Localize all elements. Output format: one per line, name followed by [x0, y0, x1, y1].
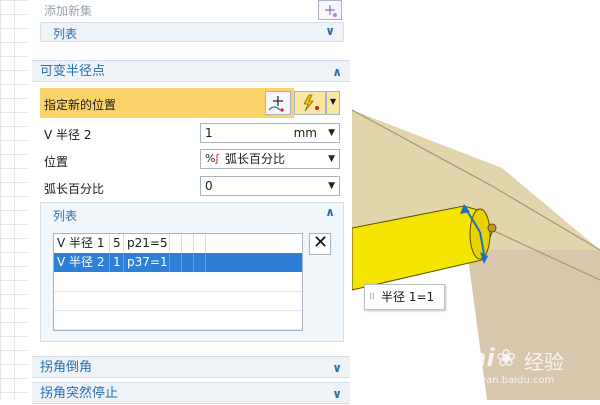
inferred-point-button[interactable]	[294, 91, 326, 115]
point-list-title: 列表	[53, 209, 78, 223]
corner-stop-section-header[interactable]: 拐角突然停止 ∨	[32, 382, 350, 404]
position-label: 位置	[44, 155, 69, 169]
chevron-down-icon: ∨	[332, 361, 342, 375]
row-name: V 半径 2	[54, 253, 110, 272]
watermark-cn: 经验	[524, 350, 564, 374]
graphics-viewport[interactable]: ⁞⁞ 半径 1=1 Bai ❀ 经验 jingyan.baidu.com	[352, 0, 600, 400]
table-row[interactable]: V 半径 1 5 p21=5	[54, 234, 302, 253]
left-grid-strip	[0, 0, 29, 400]
point-type-dropdown[interactable]: ▼	[326, 91, 340, 115]
add-set-icon	[325, 5, 337, 17]
chevron-up-icon: ∧	[325, 205, 335, 219]
empty-row	[54, 310, 302, 330]
position-value: 弧长百分比	[225, 152, 286, 166]
variable-radius-panel: 添加新集 列表 ∨ 可变半径点 ∧ 指定新的位置 ▼ V 半径 2 1 mm ▼…	[28, 0, 353, 404]
watermark-brand: Bai	[452, 344, 495, 372]
specify-new-location-row[interactable]: 指定新的位置	[40, 88, 294, 118]
watermark-url: jingyan.baidu.com	[462, 375, 555, 386]
point-dialog-button[interactable]	[265, 91, 291, 115]
row-name: V 半径 1	[54, 234, 110, 253]
set-list-label: 列表	[53, 27, 78, 41]
arc-length-percent-input[interactable]: 0 ▼	[200, 176, 340, 196]
v-radius-label: V 半径 2	[44, 128, 92, 142]
dropdown-arrow-icon: ▼	[328, 154, 335, 164]
dropdown-arrow-icon: ▼	[328, 128, 335, 138]
drag-handle-icon[interactable]: ⁞⁞	[369, 285, 375, 309]
add-new-set-button[interactable]	[318, 0, 342, 20]
chevron-down-icon: ∨	[325, 24, 335, 38]
percent-icon: %ʃ	[205, 152, 220, 165]
v-radius-unit: mm	[293, 126, 317, 140]
section-title: 可变半径点	[40, 64, 106, 79]
close-icon: ✕	[313, 232, 329, 253]
model-view	[352, 109, 600, 400]
variable-radius-section-header[interactable]: 可变半径点 ∧	[32, 60, 350, 82]
specify-new-location-label: 指定新的位置	[44, 98, 117, 112]
point-list-table: V 半径 1 5 p21=5 V 半径 2 1 p37=1	[53, 233, 303, 331]
row-point: p21=5	[124, 234, 170, 253]
table-row[interactable]: V 半径 2 1 p37=1	[54, 253, 302, 272]
v-radius-input[interactable]: 1 mm ▼	[200, 123, 340, 143]
row-index: 5	[110, 234, 124, 253]
delete-point-button[interactable]: ✕	[309, 232, 331, 255]
row-point: p37=1	[124, 253, 170, 272]
baidu-watermark: Bai ❀ 经验 jingyan.baidu.com	[452, 344, 597, 394]
add-new-set-label: 添加新集	[44, 4, 93, 18]
arc-length-percent-value: 0	[205, 179, 213, 193]
chevron-up-icon: ∧	[332, 65, 342, 79]
point-handle-icon[interactable]	[487, 223, 497, 233]
dropdown-arrow-icon: ▼	[328, 181, 335, 191]
empty-row	[54, 291, 302, 311]
section-title: 拐角突然停止	[40, 386, 119, 401]
empty-row	[54, 272, 302, 292]
row-index: 1	[110, 253, 124, 272]
position-select[interactable]: %ʃ 弧长百分比 ▼	[200, 149, 340, 169]
arc-length-percent-label: 弧长百分比	[44, 182, 105, 196]
radius-tag-text: 半径 1=1	[381, 290, 435, 304]
set-list-collapsed[interactable]: 列表 ∨	[40, 22, 344, 42]
section-title: 拐角倒角	[40, 360, 93, 375]
lightning-icon	[303, 94, 319, 112]
radius-tag[interactable]: ⁞⁞ 半径 1=1	[364, 284, 446, 310]
point-add-icon	[268, 96, 284, 112]
chevron-down-icon: ∨	[332, 387, 342, 401]
v-radius-value: 1	[205, 126, 213, 140]
corner-chamfer-section-header[interactable]: 拐角倒角 ∨	[32, 356, 350, 378]
dropdown-arrow-icon: ▼	[330, 97, 337, 106]
point-list-panel: 列表 ∧ V 半径 1 5 p21=5 V 半径 2 1 p37=1 ✕	[40, 202, 344, 342]
paw-icon: ❀	[496, 344, 517, 372]
